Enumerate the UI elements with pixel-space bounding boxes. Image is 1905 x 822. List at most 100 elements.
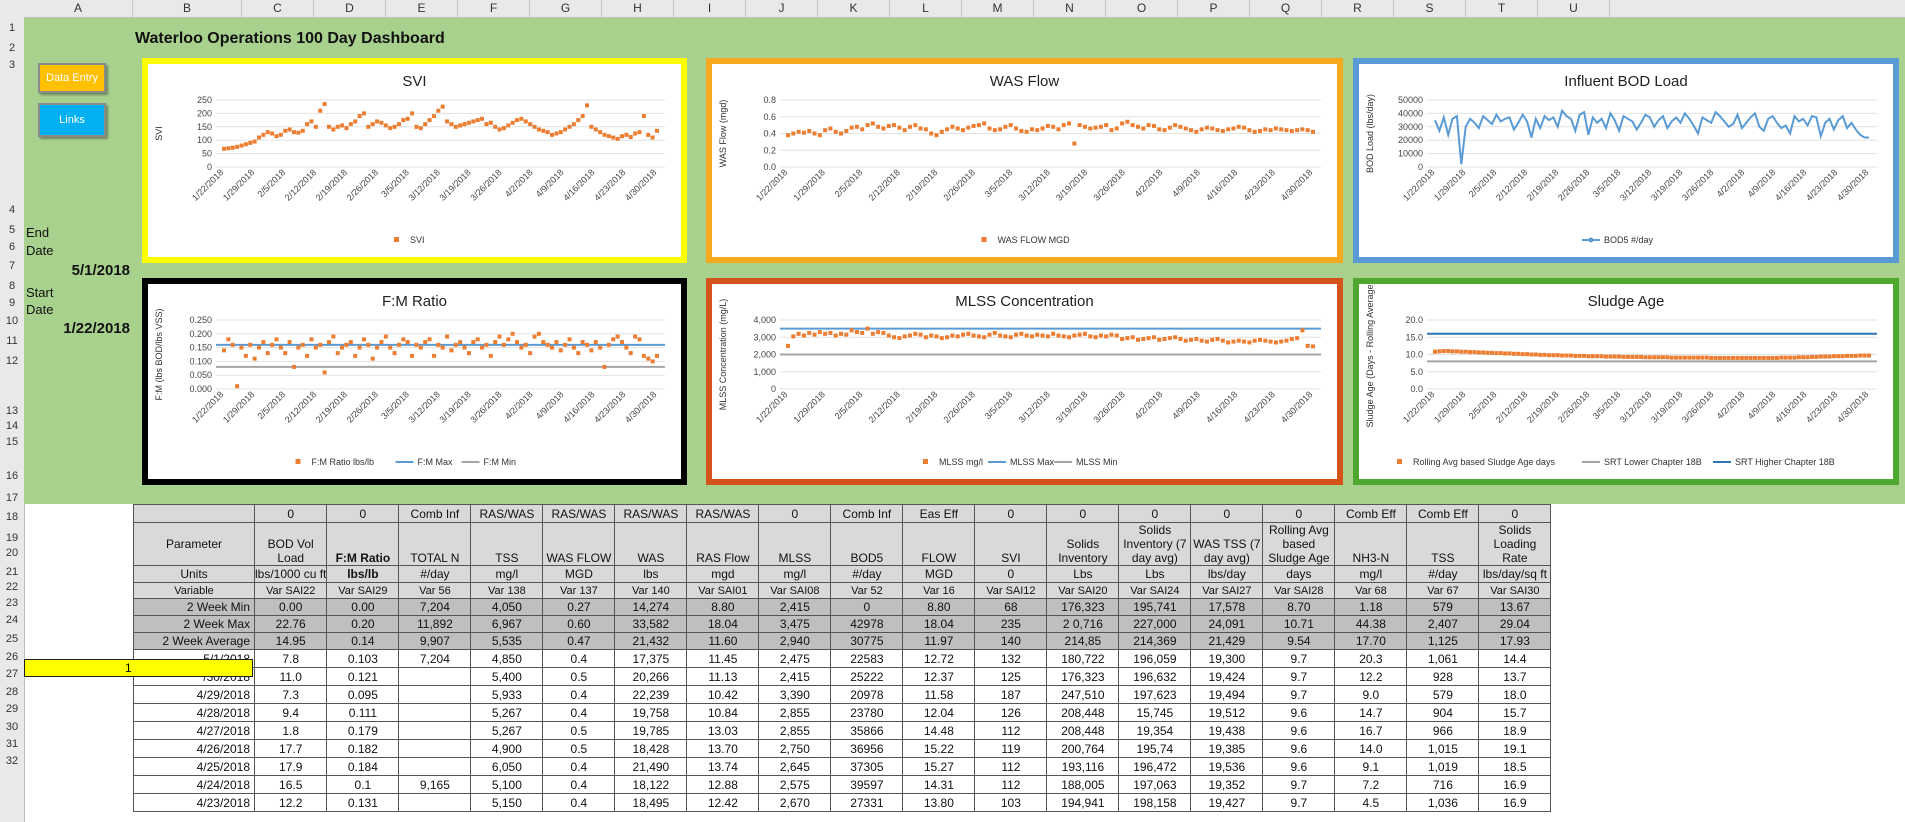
data-cell[interactable]: 1,036 xyxy=(1406,793,1480,812)
units-cell[interactable]: days xyxy=(1262,565,1336,583)
parameter-header[interactable]: SVI xyxy=(974,522,1048,566)
variable-cell[interactable]: Var SAI30 xyxy=(1478,582,1552,599)
variable-cell[interactable]: Var SAI27 xyxy=(1190,582,1264,599)
data-cell[interactable]: 20,266 xyxy=(614,667,688,686)
summary-cell[interactable]: 8.80 xyxy=(902,598,976,616)
date-cell[interactable]: 4/27/2018 xyxy=(133,721,255,740)
summary-cell[interactable]: 14,274 xyxy=(614,598,688,616)
data-cell[interactable]: 12.88 xyxy=(686,775,760,794)
data-cell[interactable]: 15,745 xyxy=(1118,703,1192,722)
summary-cell[interactable]: 17.70 xyxy=(1334,632,1408,650)
variable-cell[interactable]: Var 52 xyxy=(830,582,904,599)
parameter-header[interactable]: Solids Loading Rate xyxy=(1478,522,1552,566)
data-cell[interactable]: 5,933 xyxy=(470,685,544,704)
data-cell[interactable]: 9.6 xyxy=(1262,721,1336,740)
row-header-1[interactable]: 1 xyxy=(0,22,24,34)
data-cell[interactable]: 19,354 xyxy=(1118,721,1192,740)
row-header-24[interactable]: 24 xyxy=(0,614,24,626)
summary-cell[interactable]: 5,535 xyxy=(470,632,544,650)
data-cell[interactable]: 16.7 xyxy=(1334,721,1408,740)
summary-cell[interactable]: 214,369 xyxy=(1118,632,1192,650)
parameter-header[interactable]: WAS xyxy=(614,522,688,566)
variable-cell[interactable]: Var 137 xyxy=(542,582,616,599)
summary-cell[interactable]: 42978 xyxy=(830,615,904,633)
data-cell[interactable]: 9.4 xyxy=(253,703,328,722)
variable-cell[interactable]: Var 16 xyxy=(902,582,976,599)
units-cell[interactable]: mg/l xyxy=(470,565,544,583)
row-header-3[interactable]: 3 xyxy=(0,59,24,71)
data-cell[interactable]: 188,005 xyxy=(1046,775,1120,794)
summary-cell[interactable]: 17,578 xyxy=(1190,598,1264,616)
date-cell[interactable]: 4/24/2018 xyxy=(133,775,255,794)
summary-cell[interactable]: 21,432 xyxy=(614,632,688,650)
units-cell[interactable]: mg/l xyxy=(1334,565,1408,583)
data-cell[interactable]: 15.22 xyxy=(902,739,976,758)
row17-cell[interactable]: 0 xyxy=(1046,504,1120,523)
data-cell[interactable]: 18,428 xyxy=(614,739,688,758)
summary-label[interactable]: 2 Week Min xyxy=(133,598,255,616)
row-header-12[interactable]: 12 xyxy=(0,355,24,367)
data-cell[interactable]: 9.6 xyxy=(1262,757,1336,776)
summary-cell[interactable]: 8.70 xyxy=(1262,598,1336,616)
data-cell[interactable]: 9.7 xyxy=(1262,649,1336,668)
data-cell[interactable]: 20978 xyxy=(830,685,904,704)
column-header-i[interactable]: I xyxy=(674,0,746,17)
row-header-19[interactable]: 19 xyxy=(0,532,24,544)
row17-cell[interactable]: 0 xyxy=(974,504,1048,523)
data-cell[interactable]: 18.9 xyxy=(1478,721,1552,740)
row-header-8[interactable]: 8 xyxy=(0,280,24,292)
summary-cell[interactable]: 579 xyxy=(1406,598,1480,616)
row-header-20[interactable]: 20 xyxy=(0,547,24,559)
data-cell[interactable]: 20.3 xyxy=(1334,649,1408,668)
data-cell[interactable]: 12.37 xyxy=(902,667,976,686)
summary-cell[interactable]: 9.54 xyxy=(1262,632,1336,650)
data-cell[interactable]: 112 xyxy=(974,757,1048,776)
data-cell[interactable]: 1,019 xyxy=(1406,757,1480,776)
data-cell[interactable]: 14.0 xyxy=(1334,739,1408,758)
data-cell[interactable]: 200,764 xyxy=(1046,739,1120,758)
data-cell[interactable]: 5,150 xyxy=(470,793,544,812)
data-cell[interactable]: 0.1 xyxy=(326,775,400,794)
data-cell[interactable]: 22,239 xyxy=(614,685,688,704)
data-cell[interactable]: 196,472 xyxy=(1118,757,1192,776)
column-header-u[interactable]: U xyxy=(1538,0,1610,17)
parameter-header[interactable]: RAS Flow xyxy=(686,522,760,566)
summary-cell[interactable]: 6,967 xyxy=(470,615,544,633)
data-cell[interactable]: 928 xyxy=(1406,667,1480,686)
parameter-header[interactable]: FLOW xyxy=(902,522,976,566)
data-cell[interactable]: 132 xyxy=(974,649,1048,668)
data-cell[interactable]: 716 xyxy=(1406,775,1480,794)
sludge-age-chart[interactable]: Sludge Age Sludge Age (Days - Rolling Ave… xyxy=(1353,278,1899,485)
row-header-32[interactable]: 32 xyxy=(0,755,24,767)
data-cell[interactable]: 12.2 xyxy=(1334,667,1408,686)
summary-cell[interactable]: 24,091 xyxy=(1190,615,1264,633)
data-cell[interactable]: 0.103 xyxy=(326,649,400,668)
data-cell[interactable] xyxy=(398,721,472,740)
data-cell[interactable]: 4.5 xyxy=(1334,793,1408,812)
data-cell[interactable]: 2,575 xyxy=(758,775,832,794)
data-cell[interactable]: 14.31 xyxy=(902,775,976,794)
summary-cell[interactable]: 0.47 xyxy=(542,632,616,650)
parameter-header[interactable]: WAS FLOW xyxy=(542,522,616,566)
variable-cell[interactable]: Var SAI08 xyxy=(758,582,832,599)
data-cell[interactable]: 19,352 xyxy=(1190,775,1264,794)
table-row[interactable]: 4/29/2018 7.3 0.095 5,933 0.4 22,239 10.42 3,39… xyxy=(133,685,1552,704)
data-cell[interactable]: 2,645 xyxy=(758,757,832,776)
data-cell[interactable]: 2,855 xyxy=(758,703,832,722)
data-cell[interactable]: 2,475 xyxy=(758,649,832,668)
data-cell[interactable]: 14.4 xyxy=(1478,649,1552,668)
data-cell[interactable]: 7.3 xyxy=(253,685,328,704)
summary-cell[interactable]: 2,415 xyxy=(758,598,832,616)
units-cell[interactable]: lbs xyxy=(614,565,688,583)
data-cell[interactable]: 195,74 xyxy=(1118,739,1192,758)
units-cell[interactable]: mgd xyxy=(686,565,760,583)
column-header-o[interactable]: O xyxy=(1106,0,1178,17)
summary-cell[interactable]: 4,050 xyxy=(470,598,544,616)
column-header-e[interactable]: E xyxy=(386,0,458,17)
column-header-n[interactable]: N xyxy=(1034,0,1106,17)
data-cell[interactable]: 22583 xyxy=(830,649,904,668)
summary-cell[interactable]: 0.60 xyxy=(542,615,616,633)
summary-cell[interactable]: 8.80 xyxy=(686,598,760,616)
summary-label[interactable]: 2 Week Average xyxy=(133,632,255,650)
row-header-23[interactable]: 23 xyxy=(0,597,24,609)
